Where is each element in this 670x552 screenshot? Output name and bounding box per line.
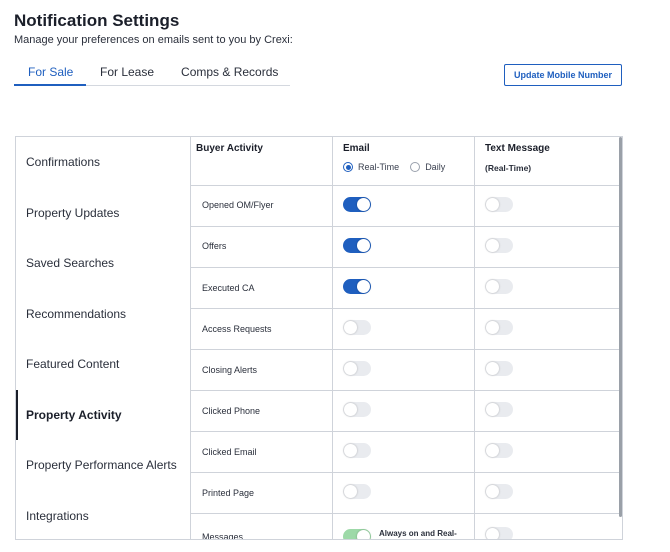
row-label-clicked-email: Clicked Email xyxy=(202,447,257,457)
column-header-email: Email xyxy=(343,143,370,154)
notification-table: Buyer Activity Email Text Message Real-T… xyxy=(191,137,621,540)
email-toggle-closing-alerts[interactable] xyxy=(343,361,371,376)
always-on-note: Always on and Real- xyxy=(379,529,457,538)
text-message-subheader: (Real-Time) xyxy=(485,163,532,173)
row-divider xyxy=(191,267,621,268)
text-toggle-executed-ca[interactable] xyxy=(485,279,513,294)
category-tabs: For Sale For Lease Comps & Records xyxy=(14,58,290,86)
row-divider xyxy=(191,431,621,432)
tab-comps-records[interactable]: Comps & Records xyxy=(167,58,291,86)
sidebar-item-property-activity[interactable]: Property Activity xyxy=(16,390,191,440)
email-toggle-opened-om-flyer[interactable] xyxy=(343,197,371,212)
panel-scrollbar[interactable] xyxy=(619,137,622,517)
row-label-access-requests: Access Requests xyxy=(202,324,272,334)
text-toggle-closing-alerts[interactable] xyxy=(485,361,513,376)
column-divider xyxy=(332,137,333,539)
real-time-label: Real-Time xyxy=(358,162,400,172)
email-toggle-clicked-phone[interactable] xyxy=(343,402,371,417)
row-divider xyxy=(191,185,621,186)
text-toggle-messages[interactable] xyxy=(485,527,513,539)
sidebar-item-featured-content[interactable]: Featured Content xyxy=(16,339,191,389)
sidebar-item-confirmations[interactable]: Confirmations xyxy=(16,137,191,187)
column-divider xyxy=(474,137,475,539)
sidebar-item-saved-searches[interactable]: Saved Searches xyxy=(16,238,191,288)
email-toggle-access-requests[interactable] xyxy=(343,320,371,335)
email-toggle-printed-page[interactable] xyxy=(343,484,371,499)
row-divider xyxy=(191,308,621,309)
row-label-messages: Messages xyxy=(202,532,244,540)
settings-panel: Confirmations Property Updates Saved Sea… xyxy=(15,136,623,540)
daily-label: Daily xyxy=(425,162,446,172)
row-divider xyxy=(191,349,621,350)
email-toggle-messages xyxy=(343,529,371,539)
sidebar-item-integrations[interactable]: Integrations xyxy=(16,491,191,539)
update-mobile-number-button[interactable]: Update Mobile Number xyxy=(504,64,622,86)
text-toggle-clicked-phone[interactable] xyxy=(485,402,513,417)
email-toggle-offers[interactable] xyxy=(343,238,371,253)
text-toggle-opened-om-flyer[interactable] xyxy=(485,197,513,212)
row-divider xyxy=(191,513,621,514)
row-divider xyxy=(191,390,621,391)
row-divider xyxy=(191,472,621,473)
text-toggle-clicked-email[interactable] xyxy=(485,443,513,458)
row-label-offers: Offers xyxy=(202,241,227,251)
tab-for-sale[interactable]: For Sale xyxy=(14,58,86,86)
text-toggle-printed-page[interactable] xyxy=(485,484,513,499)
row-label-executed-ca: Executed CA xyxy=(202,283,255,293)
column-header-buyer-activity: Buyer Activity xyxy=(196,143,263,154)
row-label-closing-alerts: Closing Alerts xyxy=(202,365,258,375)
sidebar-item-property-updates[interactable]: Property Updates xyxy=(16,188,191,238)
daily-radio[interactable] xyxy=(410,162,421,172)
row-divider xyxy=(191,226,621,227)
column-header-text-message: Text Message xyxy=(485,143,550,154)
tab-for-lease[interactable]: For Lease xyxy=(86,58,167,86)
email-frequency-radio-group: Real-Time Daily xyxy=(343,162,456,172)
email-toggle-clicked-email[interactable] xyxy=(343,443,371,458)
text-toggle-access-requests[interactable] xyxy=(485,320,513,335)
page-title: Notification Settings xyxy=(14,11,180,30)
settings-sidebar: Confirmations Property Updates Saved Sea… xyxy=(16,137,191,539)
email-toggle-executed-ca[interactable] xyxy=(343,279,371,294)
real-time-radio[interactable] xyxy=(343,162,353,172)
text-toggle-offers[interactable] xyxy=(485,238,513,253)
sidebar-item-recommendations[interactable]: Recommendations xyxy=(16,289,191,339)
sidebar-item-property-performance-alerts[interactable]: Property Performance Alerts xyxy=(16,440,191,490)
row-label-printed-page: Printed Page xyxy=(202,488,255,498)
row-label-opened-om-flyer: Opened OM/Flyer xyxy=(202,200,274,210)
page-subtitle: Manage your preferences on emails sent t… xyxy=(14,34,293,46)
row-label-clicked-phone: Clicked Phone xyxy=(202,406,261,416)
